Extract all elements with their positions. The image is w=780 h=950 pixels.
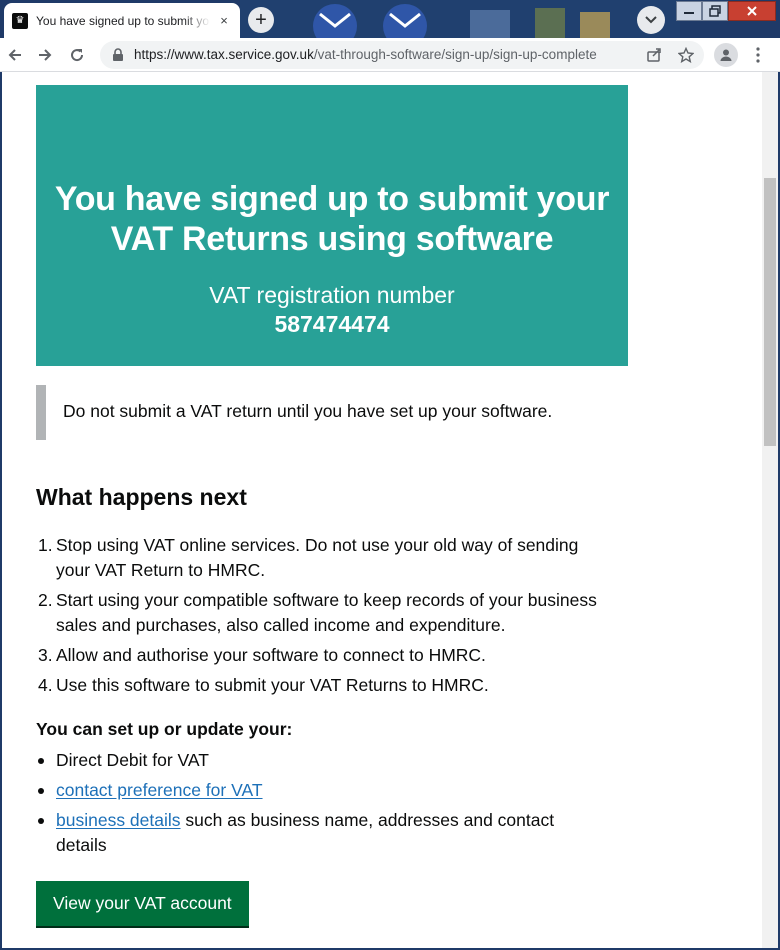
- vat-registration-label: VAT registration number: [209, 282, 455, 308]
- restore-window-button[interactable]: [702, 1, 728, 21]
- back-button[interactable]: [2, 42, 28, 68]
- step-number: 2.: [38, 590, 53, 610]
- reload-icon: [71, 49, 84, 62]
- url-text: https://www.tax.service.gov.uk/vat-throu…: [134, 47, 634, 62]
- setup-list: Direct Debit for VAT contact preference …: [36, 748, 628, 863]
- share-icon: [647, 48, 661, 62]
- list-item: Direct Debit for VAT: [36, 748, 628, 773]
- list-item: business details such as business name, …: [36, 808, 628, 858]
- lock-icon: [113, 48, 123, 61]
- browser-menu-button[interactable]: [748, 43, 768, 67]
- setup-heading: You can set up or update your:: [36, 719, 293, 739]
- share-button[interactable]: [644, 45, 664, 65]
- bullet: [38, 758, 44, 764]
- view-vat-account-button[interactable]: View your VAT account: [36, 881, 249, 926]
- next-steps-list: 1. Stop using VAT online services. Do no…: [36, 533, 628, 703]
- what-happens-next-heading: What happens next: [36, 484, 247, 510]
- close-tab-icon[interactable]: ×: [216, 13, 232, 29]
- list-item: 2. Start using your compatible software …: [36, 588, 628, 638]
- crown-icon: ♛: [12, 12, 28, 29]
- page-scrollbar[interactable]: [762, 72, 778, 948]
- new-tab-button[interactable]: +: [248, 7, 274, 33]
- url-path: /vat-through-software/sign-up/sign-up-co…: [313, 47, 597, 62]
- list-item: 3. Allow and authorise your software to …: [36, 643, 628, 668]
- panel-title: You have signed up to submit your VAT Re…: [36, 179, 628, 259]
- browser-theme-art: [240, 0, 680, 38]
- step-number: 3.: [38, 645, 53, 665]
- direct-debit-text: Direct Debit for VAT: [56, 750, 209, 770]
- list-item: 4. Use this software to submit your VAT …: [36, 673, 628, 698]
- step-text: Use this software to submit your VAT Ret…: [56, 675, 489, 695]
- reload-button[interactable]: [64, 42, 90, 68]
- close-icon: [747, 6, 757, 16]
- bullet: [38, 818, 44, 824]
- minimize-icon: [684, 12, 694, 14]
- arrow-right-icon: [39, 49, 52, 61]
- step-number: 4.: [38, 675, 53, 695]
- inset-warning: Do not submit a VAT return until you hav…: [36, 385, 628, 440]
- list-item: contact preference for VAT: [36, 778, 628, 803]
- star-icon: [678, 47, 694, 63]
- panel-title-line: You have signed up to submit your: [54, 180, 610, 218]
- confirmation-panel: You have signed up to submit your VAT Re…: [36, 85, 628, 366]
- step-text: sales and purchases, also called income …: [56, 615, 506, 635]
- vat-registration-number: 587474474: [274, 311, 390, 337]
- tab-title: You have signed up to submit your VAT Re…: [36, 13, 210, 28]
- browser-titlebar: ♛ You have signed up to submit your VAT …: [0, 0, 780, 38]
- panel-title-line: VAT Returns using software: [110, 220, 554, 258]
- more-vertical-icon: [756, 47, 760, 63]
- profile-button[interactable]: [714, 43, 738, 67]
- step-text: your VAT Return to HMRC.: [56, 560, 266, 580]
- page-viewport: You have signed up to submit your VAT Re…: [0, 72, 780, 950]
- business-details-link[interactable]: business details: [56, 810, 181, 830]
- address-bar[interactable]: https://www.tax.service.gov.uk/vat-throu…: [100, 41, 704, 69]
- forward-button[interactable]: [32, 42, 58, 68]
- step-number: 1.: [38, 535, 53, 555]
- chevron-down-icon: [645, 16, 657, 24]
- step-text: Allow and authorise your software to con…: [56, 645, 486, 665]
- scrollbar-thumb[interactable]: [764, 178, 776, 446]
- inset-text: Do not submit a VAT return until you hav…: [63, 401, 553, 421]
- step-text: Start using your compatible software to …: [56, 590, 597, 610]
- url-host: https://www.tax.service.gov.uk: [134, 47, 314, 62]
- browser-toolbar: https://www.tax.service.gov.uk/vat-throu…: [0, 38, 780, 72]
- step-text: Stop using VAT online services. Do not u…: [56, 535, 579, 555]
- restore-icon: [709, 5, 721, 17]
- browser-tab-active[interactable]: ♛ You have signed up to submit your VAT …: [4, 3, 240, 38]
- arrow-left-icon: [8, 49, 21, 61]
- contact-preference-link[interactable]: contact preference for VAT: [56, 780, 263, 800]
- minimize-window-button[interactable]: [676, 1, 702, 21]
- bullet: [38, 788, 44, 794]
- bookmark-button[interactable]: [676, 45, 696, 65]
- close-window-button[interactable]: [728, 1, 776, 21]
- person-icon: [720, 49, 732, 61]
- business-details-text: such as business name, addresses and con…: [180, 810, 555, 830]
- business-details-text: details: [56, 835, 107, 855]
- list-item: 1. Stop using VAT online services. Do no…: [36, 533, 628, 583]
- tab-search-button[interactable]: [637, 6, 665, 34]
